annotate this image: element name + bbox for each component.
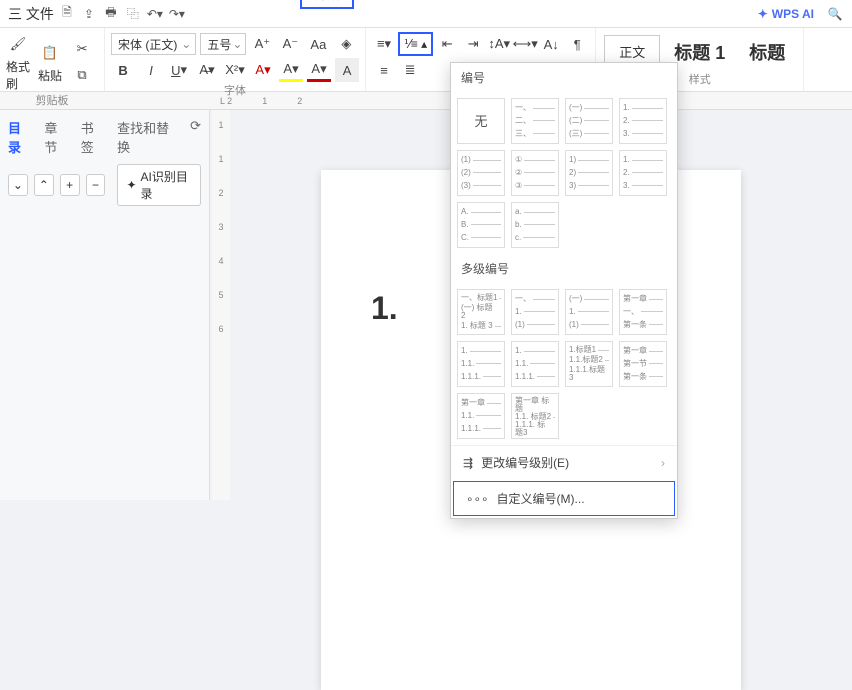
paste-icon[interactable]: 📋 [38, 41, 62, 65]
format-painter-icon[interactable]: 🖌 [6, 32, 30, 56]
tab-review[interactable]: 审阅 [512, 0, 562, 9]
numbering-preset[interactable]: A.B.C. [457, 202, 505, 248]
ai-toc-label: AI识别目录 [141, 168, 193, 202]
text-dir-icon[interactable]: ↕A▾ [487, 32, 511, 56]
increase-font-icon[interactable]: A⁺ [250, 32, 274, 56]
change-level-label: 更改编号级别(E) [481, 454, 569, 471]
tab-start[interactable]: 开始 [300, 0, 354, 9]
multilevel-preset[interactable]: 1.1.1.1.1.1. [457, 341, 505, 387]
numbering-section-label: 编号 [451, 63, 677, 92]
sort-icon[interactable]: A↓ [539, 32, 563, 56]
multilevel-preset[interactable]: 第一章 标题1.1. 标题21.1.1. 标题3 [511, 393, 559, 439]
ai-toc-button[interactable]: ✦ AI识别目录 [117, 164, 201, 206]
change-case-icon[interactable]: Aa [306, 32, 330, 56]
multilevel-preset[interactable]: 第一章1.1.1.1.1. [457, 393, 505, 439]
change-level-button[interactable]: ⇶ 更改编号级别(E) › [451, 445, 677, 479]
multilevel-section-label: 多级编号 [451, 254, 677, 283]
add-icon[interactable]: + [60, 174, 80, 196]
multilevel-preset[interactable]: 一、1.(1) [511, 289, 559, 335]
numbering-preset[interactable]: (一)(二)(三) [565, 98, 613, 144]
font-color-icon[interactable]: A▾ [307, 58, 331, 82]
custom-numbering-label: 自定义编号(M)... [497, 490, 585, 507]
align-left-icon[interactable]: ≡ [372, 58, 396, 82]
indent-inc-icon[interactable]: ⇥ [461, 32, 485, 56]
numbering-preset[interactable]: 1.2.3. [619, 150, 667, 196]
multilevel-preset[interactable]: 第一章一、第一条 [619, 289, 667, 335]
font-group-label: 字体 [111, 82, 359, 98]
multilevel-preset[interactable]: 1.标题11.1.标题21.1.1.标题3 [565, 341, 613, 387]
sidebar-refresh-icon[interactable]: ⟳ [190, 118, 201, 156]
strike-icon[interactable]: A̶▾ [195, 58, 219, 82]
clipboard-group-label: 剪贴板 [6, 92, 98, 108]
save-icon[interactable]: 🗎 [58, 5, 76, 23]
number-list-button[interactable]: ⅟≡ ▴ [398, 32, 433, 56]
superscript-icon[interactable]: X²▾ [223, 58, 247, 82]
search-icon[interactable]: 🔍 [826, 5, 844, 23]
text-effect-icon[interactable]: A▾ [251, 58, 275, 82]
numbering-preset[interactable]: a.b.c. [511, 202, 559, 248]
app-menu[interactable]: 三 文件 [8, 4, 54, 24]
redo-icon[interactable]: ↷▾ [168, 5, 186, 23]
more-icon: ∘∘∘ [466, 492, 489, 506]
copy-icon[interactable]: ⧉ [70, 63, 94, 87]
char-scale-icon[interactable]: ⟷▾ [513, 32, 537, 56]
multilevel-preset[interactable]: (一)1.(1) [565, 289, 613, 335]
italic-icon[interactable]: I [139, 58, 163, 82]
custom-numbering-button[interactable]: ∘∘∘ 自定义编号(M)... [453, 481, 675, 516]
cut-icon[interactable]: ✂ [70, 37, 94, 61]
highlight-icon[interactable]: A▾ [279, 58, 303, 82]
format-painter-label: 格式刷 [6, 58, 34, 92]
sidebar-tab-toc[interactable]: 目录 [8, 118, 32, 156]
collapse-icon[interactable]: ⌄ [8, 174, 28, 196]
multilevel-preset[interactable]: 1.1.1.1.1.1. [511, 341, 559, 387]
vertical-ruler[interactable]: 1123456 [212, 110, 230, 500]
hierarchy-icon: ⇶ [463, 456, 473, 470]
sidebar-tab-find[interactable]: 查找和替换 [117, 118, 178, 156]
font-family-select[interactable]: 宋体 (正文) [111, 33, 196, 55]
remove-icon[interactable]: − [86, 174, 106, 196]
sidebar-tab-chapter[interactable]: 章节 [44, 118, 68, 156]
tab-member[interactable]: 会员专享 [668, 0, 744, 9]
multilevel-preset[interactable]: 第一章第一节第一条 [619, 341, 667, 387]
numbering-dropdown: 编号 无 一、二、三、 (一)(二)(三) 1.2.3. (1)(2)(3) ①… [450, 62, 678, 519]
numbering-preset[interactable]: 1.2.3. [619, 98, 667, 144]
align-center-icon[interactable]: ≣ [398, 58, 422, 82]
tab-insert[interactable]: 插入 [356, 0, 406, 9]
expand-icon[interactable]: ⌃ [34, 174, 54, 196]
numbering-preset[interactable]: 一、二、三、 [511, 98, 559, 144]
sidebar-tab-bookmark[interactable]: 书签 [81, 118, 105, 156]
indent-dec-icon[interactable]: ⇤ [435, 32, 459, 56]
bold-icon[interactable]: B [111, 58, 135, 82]
tab-ref[interactable]: 引用 [460, 0, 510, 9]
numbering-preset[interactable]: (1)(2)(3) [457, 150, 505, 196]
tab-view[interactable]: 视图 [564, 0, 614, 9]
clear-format-icon[interactable]: ◈ [334, 32, 358, 56]
tab-tools[interactable]: 工具 [616, 0, 666, 9]
multilevel-preset[interactable]: 一、标题1(一) 标题 21. 标题 3 [457, 289, 505, 335]
decrease-font-icon[interactable]: A⁻ [278, 32, 302, 56]
numbering-preset[interactable]: 1)2)3) [565, 150, 613, 196]
phonetic-icon[interactable]: A [335, 58, 359, 82]
para-mark-icon[interactable]: ¶ [565, 32, 589, 56]
numbering-none[interactable]: 无 [457, 98, 505, 144]
bullet-list-icon[interactable]: ≡▾ [372, 32, 396, 56]
font-size-select[interactable]: 五号 [200, 33, 246, 55]
share-icon[interactable]: ⇪ [80, 5, 98, 23]
tab-page[interactable]: 页面 [408, 0, 458, 9]
style-h2[interactable]: 标题 [749, 39, 785, 65]
print-icon[interactable]: 🖶 [102, 5, 120, 23]
underline-icon[interactable]: U▾ [167, 58, 191, 82]
numbering-preset[interactable]: ①②③ [511, 150, 559, 196]
chevron-right-icon: › [661, 456, 665, 470]
paste-label: 粘贴 [38, 67, 62, 84]
style-h1[interactable]: 标题 1 [674, 39, 725, 65]
tab-thesis[interactable]: 论文助手 [746, 0, 822, 9]
undo-icon[interactable]: ↶▾ [146, 5, 164, 23]
preview-icon[interactable]: ⿻ [124, 5, 142, 23]
